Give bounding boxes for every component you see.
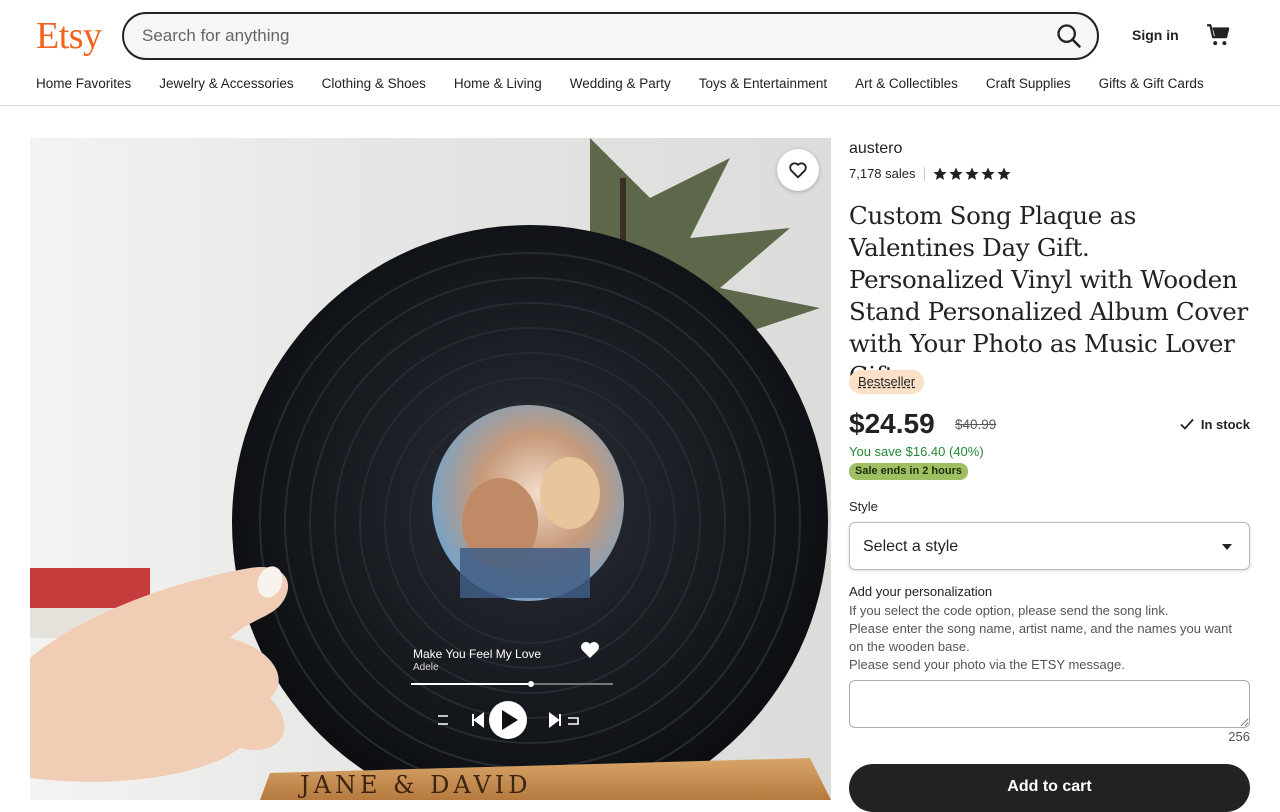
stock-status: In stock [1179,416,1250,432]
product-image[interactable]: Make You Feel My Love Adele JANE & DAVID [30,138,831,800]
savings-text: You save $16.40 (40%) [849,444,984,459]
sale-price: $24.59 [849,408,935,439]
listing-title: Custom Song Plaque as Valentines Day Gif… [849,201,1248,390]
product-photo-illustration: Make You Feel My Love Adele JANE & DAVID [30,138,831,800]
nav-gifts-gift-cards[interactable]: Gifts & Gift Cards [1099,76,1204,91]
bestseller-badge[interactable]: Bestseller [849,370,925,394]
heart-icon [789,162,807,179]
nav-home-favorites[interactable]: Home Favorites [36,76,131,91]
category-nav: Home Favorites Jewelry & Accessories Clo… [36,76,1204,91]
nav-craft-supplies[interactable]: Craft Supplies [986,76,1071,91]
style-label: Style [849,499,878,514]
instruction-line: Please send your photo via the ETSY mess… [849,657,1125,672]
shop-name-link[interactable]: austero [849,140,902,158]
photo-artist: Adele [413,662,439,673]
star-icon [964,166,979,180]
search-input[interactable] [142,14,1022,58]
personalization-instructions: If you select the code option, please se… [849,602,1250,674]
instruction-line: If you select the code option, please se… [849,603,1169,618]
etsy-logo[interactable]: Etsy [36,14,102,58]
divider [923,166,925,181]
nav-wedding-party[interactable]: Wedding & Party [570,76,671,91]
personalization-input[interactable] [849,680,1250,728]
photo-song-title: Make You Feel My Love [413,647,541,661]
caret-down-icon [1222,544,1232,550]
original-price: $40.99 [955,417,997,432]
star-icon [996,166,1011,180]
nav-toys-entertainment[interactable]: Toys & Entertainment [699,76,827,91]
sale-ends-badge: Sale ends in 2 hours [849,463,968,480]
star-rating[interactable] [932,166,1011,181]
add-to-cart-button[interactable]: Add to cart [849,764,1250,812]
sales-count: 7,178 sales [849,166,916,181]
personalization-label: Add your personalization [849,584,993,599]
favorite-button[interactable] [777,149,819,191]
nav-art-collectibles[interactable]: Art & Collectibles [855,76,958,91]
char-count: 256 [1228,729,1250,744]
shop-stats: 7,178 sales [849,166,1011,181]
base-engraving: JANE & DAVID [297,771,532,799]
site-header: Etsy Sign in Home Favorites Jewelry & Ac… [0,0,1280,106]
nav-clothing-shoes[interactable]: Clothing & Shoes [322,76,426,91]
star-icon [980,166,995,180]
star-icon [948,166,963,180]
search-icon[interactable] [1055,22,1083,50]
star-icon [932,166,947,180]
sign-in-link[interactable]: Sign in [1132,27,1179,43]
checkmark-icon [1180,418,1194,430]
search-bar [122,12,1099,60]
style-select[interactable]: Select a style [849,522,1250,570]
nav-jewelry-accessories[interactable]: Jewelry & Accessories [159,76,293,91]
cart-icon[interactable] [1206,22,1232,48]
instruction-line: Please enter the song name, artist name,… [849,621,1233,654]
nav-home-living[interactable]: Home & Living [454,76,542,91]
style-select-value: Select a style [863,538,959,555]
stock-label: In stock [1200,416,1250,432]
